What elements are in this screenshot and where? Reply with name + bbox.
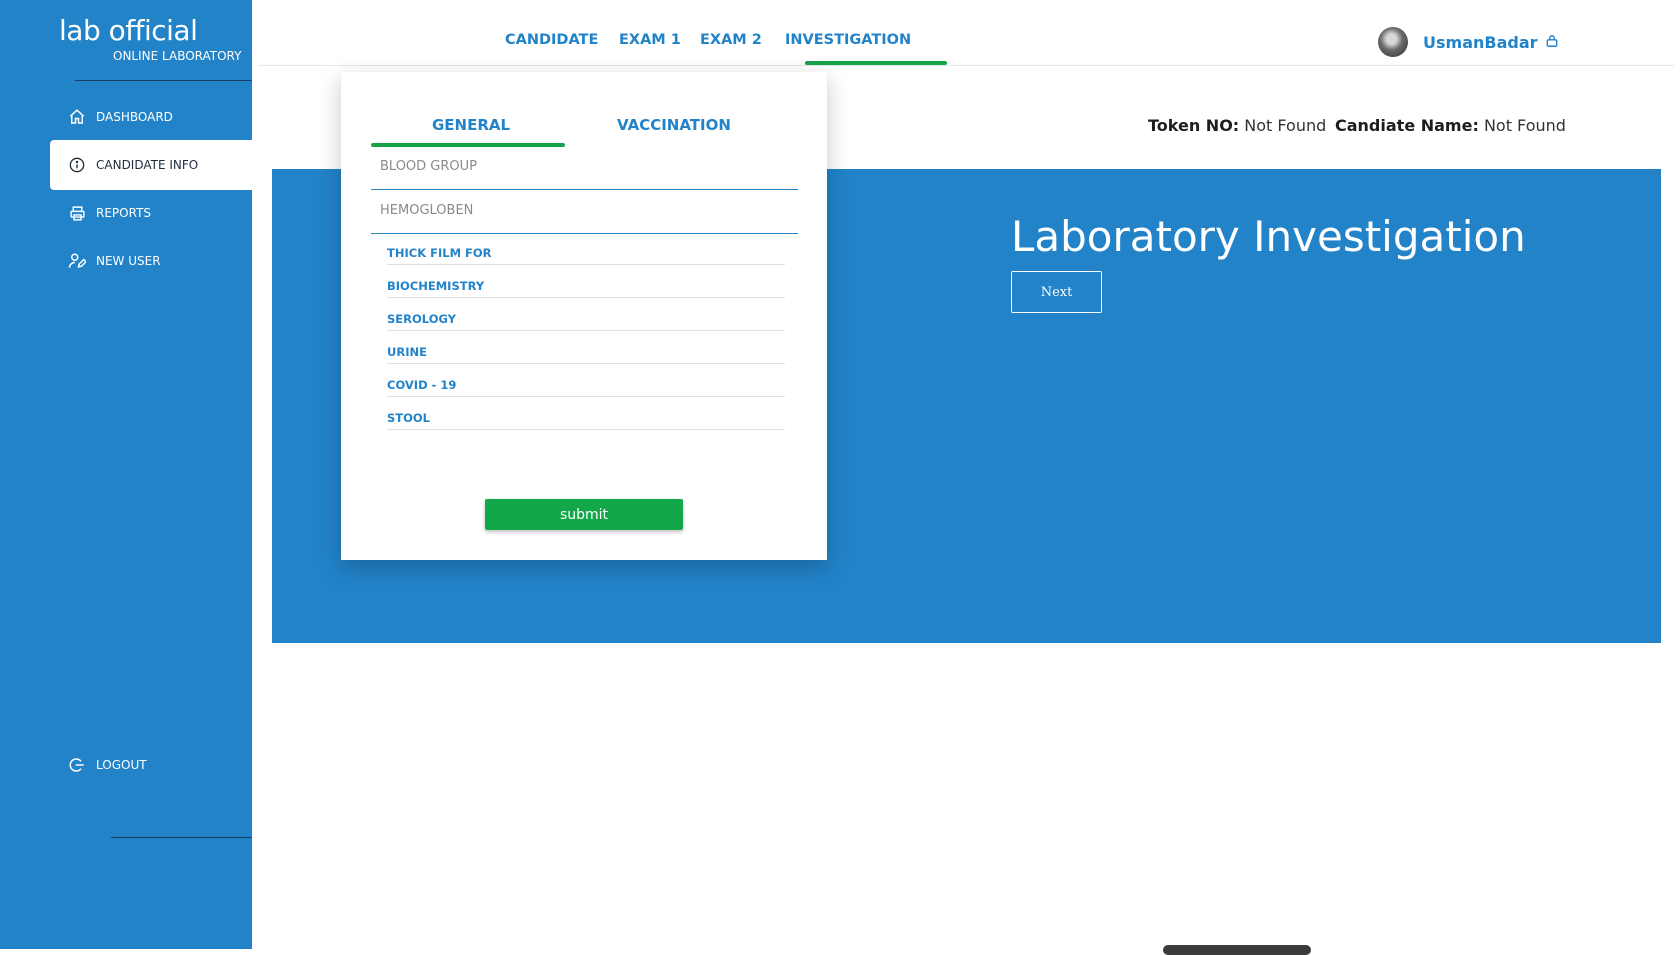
tab-general[interactable]: GENERAL (432, 116, 510, 134)
tab-investigation[interactable]: INVESTIGATION (785, 32, 911, 48)
blood-group-input[interactable] (371, 144, 798, 190)
sidebar-item-dashboard[interactable]: DASHBOARD (50, 92, 252, 142)
brand-subtitle: ONLINE LABORATORY (113, 49, 242, 63)
candidate-info: Candiate Name: Not Found (1335, 116, 1566, 135)
brand-title: lab official (59, 14, 198, 47)
sidebar-item-reports[interactable]: REPORTS (50, 188, 252, 238)
investigation-card: GENERAL VACCINATION THICK FILM FOR BIOCH… (341, 72, 827, 560)
candidate-name-value: Not Found (1483, 116, 1566, 135)
tab-exam-1[interactable]: EXAM 1 (619, 32, 681, 48)
candidate-name-label: Candiate Name: (1335, 116, 1479, 135)
avatar[interactable] (1378, 27, 1408, 57)
username[interactable]: UsmanBadar (1423, 33, 1538, 52)
sidebar-item-candidate-info[interactable]: CANDIDATE INFO (50, 140, 252, 190)
info-icon (66, 154, 88, 176)
link-urine[interactable]: URINE (387, 337, 785, 364)
brand-divider (75, 80, 252, 81)
token-label: Token NO: (1148, 116, 1240, 135)
link-covid-19[interactable]: COVID - 19 (387, 370, 785, 397)
logout-icon (66, 754, 88, 776)
sidebar: lab official ONLINE LABORATORY DASHBOARD… (0, 0, 252, 949)
sidebar-item-label: CANDIDATE INFO (96, 158, 199, 172)
bottom-overlay-edge (1163, 945, 1311, 955)
logout-button[interactable]: LOGOUT (50, 740, 252, 790)
tab-exam-2[interactable]: EXAM 2 (700, 32, 762, 48)
page-title: Laboratory Investigation (1011, 212, 1526, 261)
sidebar-item-label: DASHBOARD (96, 110, 173, 124)
logout-label: LOGOUT (96, 758, 147, 772)
next-button[interactable]: Next (1011, 271, 1102, 313)
tab-vaccination[interactable]: VACCINATION (617, 116, 731, 134)
sidebar-item-label: REPORTS (96, 206, 152, 220)
logout-divider (111, 837, 252, 838)
sidebar-item-new-user[interactable]: NEW USER (50, 236, 252, 286)
link-thick-film[interactable]: THICK FILM FOR (387, 238, 785, 265)
lock-icon[interactable] (1545, 34, 1561, 50)
token-info: Token NO: Not Found (1148, 116, 1326, 135)
home-icon (66, 106, 88, 128)
submit-button[interactable]: submit (485, 499, 683, 530)
printer-icon (66, 202, 88, 224)
link-serology[interactable]: SEROLOGY (387, 304, 785, 331)
user-edit-icon (66, 250, 88, 272)
tab-candidate[interactable]: CANDIDATE (505, 32, 598, 48)
link-stool[interactable]: STOOL (387, 403, 785, 430)
sidebar-item-label: NEW USER (96, 254, 161, 268)
hemoglobin-input[interactable] (371, 188, 798, 234)
link-biochemistry[interactable]: BIOCHEMISTRY (387, 271, 785, 298)
active-tab-indicator (805, 61, 947, 65)
token-value: Not Found (1244, 116, 1327, 135)
